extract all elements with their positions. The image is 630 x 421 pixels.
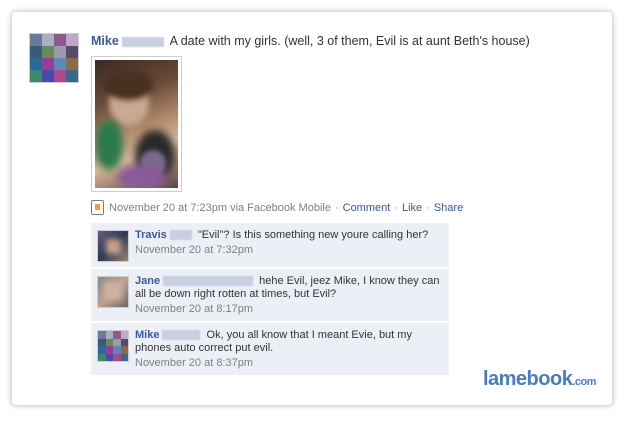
share-link[interactable]: Share: [434, 202, 463, 214]
redacted-surname: [169, 230, 192, 241]
commenter-name-link[interactable]: Jane: [135, 275, 160, 287]
comment-timestamp[interactable]: November 20 at 7:32pm: [135, 244, 443, 256]
comment-body: Mike Ok, you all know that I meant Evie,…: [135, 329, 443, 355]
mobile-icon: [91, 200, 104, 215]
comment-list: Travis "Evil"? Is this something new you…: [91, 223, 449, 377]
comment-item: Jane hehe Evil, jeez Mike, I know they c…: [91, 269, 449, 321]
comment-link[interactable]: Comment: [343, 202, 391, 214]
status-text: A date with my girls. (well, 3 of them, …: [169, 34, 530, 48]
redacted-surname: [163, 276, 254, 287]
commenter-name-link[interactable]: Travis: [135, 229, 167, 241]
comment-body: Travis "Evil"? Is this something new you…: [135, 229, 443, 242]
separator: ·: [334, 201, 339, 214]
watermark-suffix: .com: [572, 376, 596, 388]
redacted-surname: [162, 330, 201, 341]
commenter-name-link[interactable]: Mike: [135, 329, 159, 341]
redacted-surname: [121, 36, 164, 47]
author-avatar[interactable]: [29, 33, 79, 83]
commenter-avatar[interactable]: [97, 330, 129, 362]
post-timestamp[interactable]: November 20 at 7:23pm via Facebook Mobil…: [109, 202, 331, 214]
attached-photo[interactable]: [91, 56, 182, 192]
photo-image: [95, 60, 178, 188]
post-meta-bar: November 20 at 7:23pm via Facebook Mobil…: [91, 200, 463, 215]
like-link[interactable]: Like: [402, 202, 422, 214]
comment-item: Mike Ok, you all know that I meant Evie,…: [91, 323, 449, 375]
commenter-avatar[interactable]: [97, 230, 129, 262]
watermark-logo: lamebook.com: [482, 368, 597, 391]
post-header: Mike A date with my girls. (well, 3 of t…: [91, 34, 601, 48]
separator: ·: [394, 201, 398, 214]
comment-timestamp[interactable]: November 20 at 8:17pm: [135, 303, 443, 315]
comment-body: Jane hehe Evil, jeez Mike, I know they c…: [135, 275, 443, 301]
comment-text: "Evil"? Is this something new youre call…: [197, 229, 429, 241]
separator: ·: [426, 201, 430, 214]
comment-item: Travis "Evil"? Is this something new you…: [91, 223, 449, 267]
watermark-name: lamebook: [482, 368, 573, 390]
comment-timestamp[interactable]: November 20 at 8:37pm: [135, 357, 443, 369]
author-name-link[interactable]: Mike: [91, 34, 119, 48]
commenter-avatar[interactable]: [97, 276, 129, 308]
status-post-card: Mike A date with my girls. (well, 3 of t…: [12, 12, 612, 405]
